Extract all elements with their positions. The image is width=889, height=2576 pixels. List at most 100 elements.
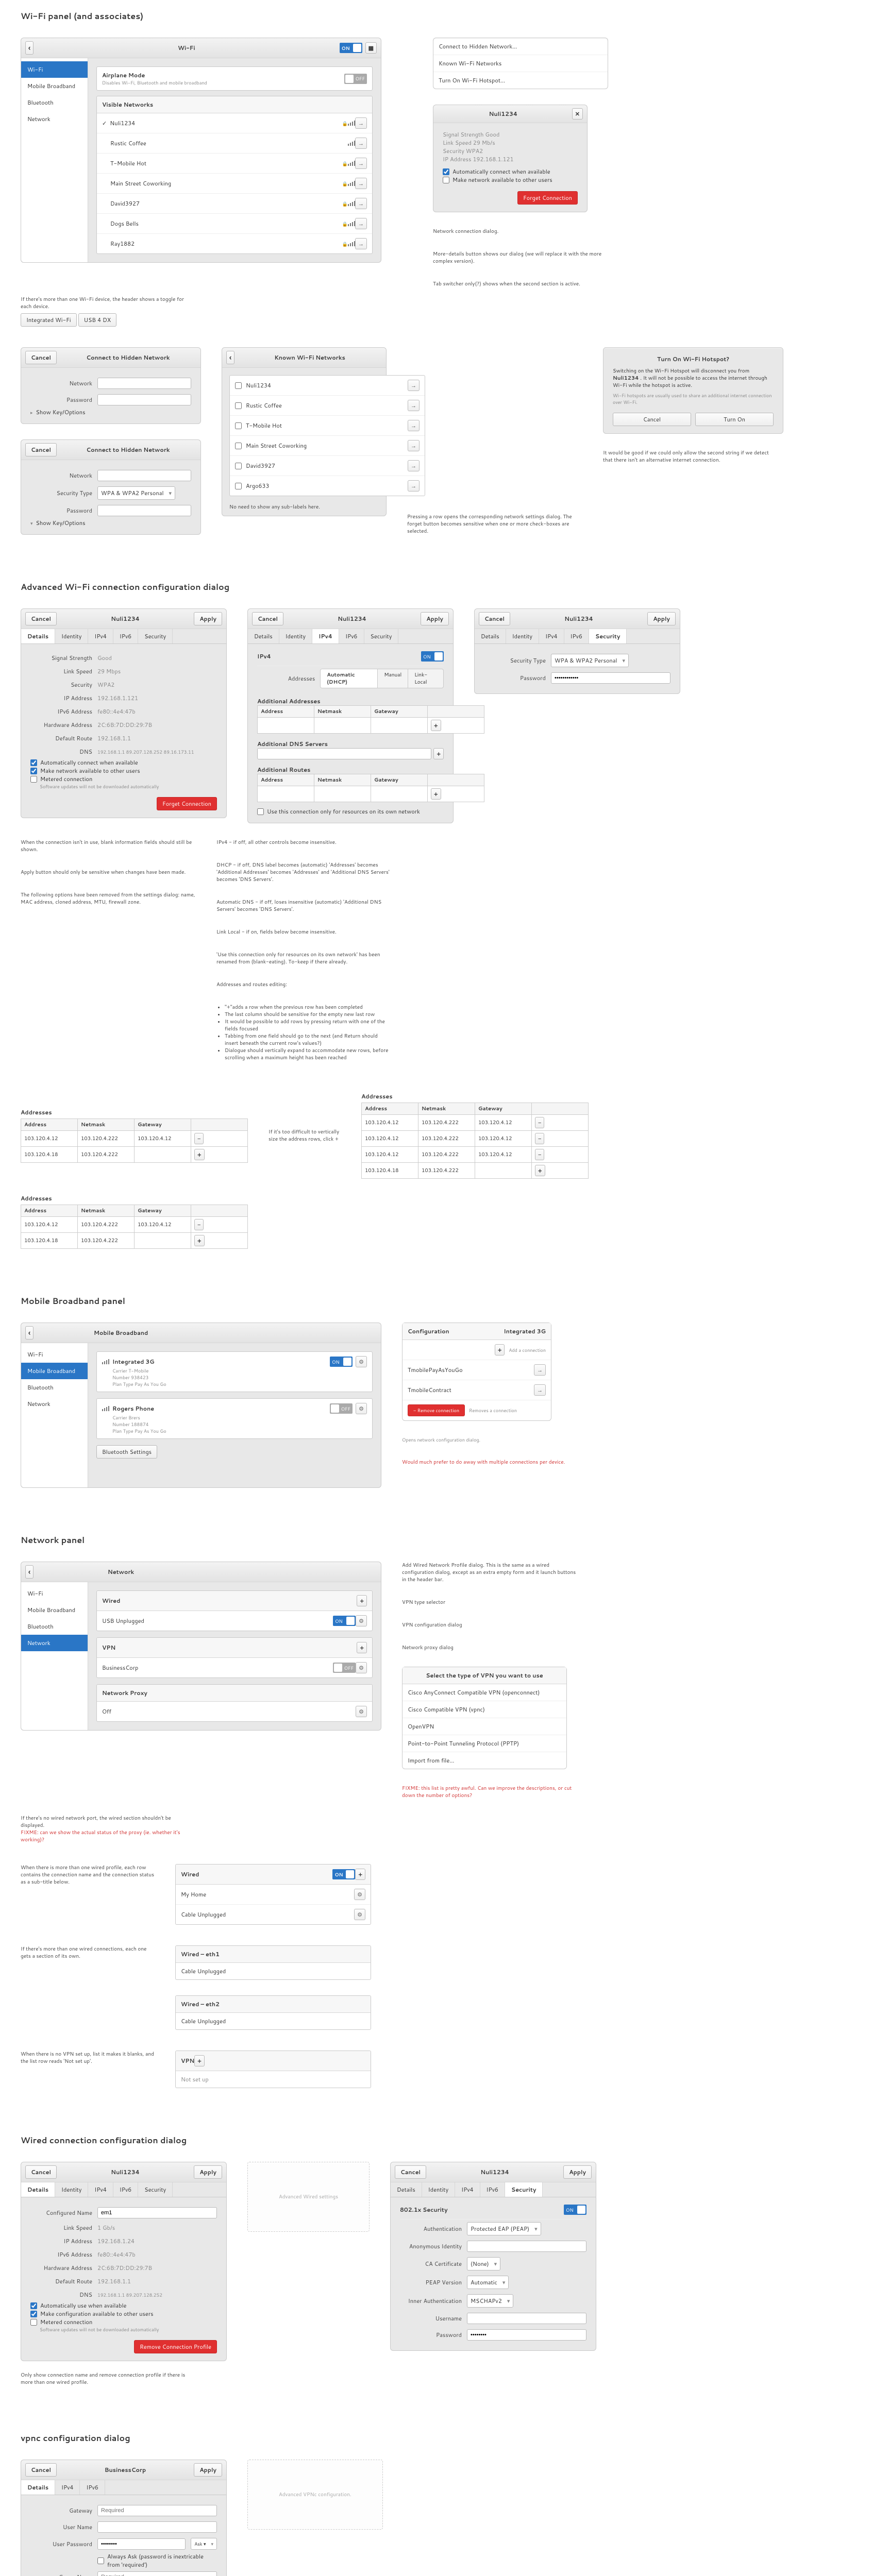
tab-identity[interactable]: Identity [279, 629, 312, 643]
tab-details[interactable]: Details [248, 629, 279, 643]
details-button[interactable] [355, 218, 367, 229]
tab-security[interactable]: Security [138, 629, 173, 643]
sec-type-combo[interactable]: WPA & WPA2 Personal [551, 654, 629, 667]
sec-pw-input[interactable] [551, 672, 670, 684]
metered-check[interactable]: Metered connection [30, 775, 217, 783]
network-row[interactable]: Nuli1234 [97, 113, 372, 133]
details-button[interactable] [408, 480, 420, 492]
tab-ipv6[interactable]: IPv6 [480, 2182, 505, 2197]
wired-row[interactable]: Cable Unplugged [176, 1905, 371, 1924]
vpn-row[interactable]: BusinessCorpOFF [97, 1658, 372, 1677]
tab-identity[interactable]: Identity [506, 629, 539, 643]
forget-button[interactable]: Forget Connection [157, 797, 217, 810]
details-button[interactable] [408, 400, 420, 411]
menu-item-hotspot[interactable]: Turn On Wi-Fi Hotspot… [433, 72, 608, 89]
sidebar-item-network[interactable]: Network [21, 111, 88, 127]
wired-row[interactable]: Cable Unplugged [176, 2013, 371, 2029]
vpn-type-row[interactable]: Cisco AnyConnect Compatible VPN (opencon… [402, 1684, 566, 1701]
ipv4-switch[interactable]: ON [421, 651, 444, 662]
gear-button[interactable] [356, 1356, 367, 1367]
open-button[interactable] [534, 1384, 546, 1396]
tab-identity[interactable]: Identity [55, 2182, 88, 2197]
others-check[interactable]: Make configuration available to other us… [30, 2310, 217, 2318]
add[interactable] [194, 2055, 205, 2066]
add-vpn[interactable] [357, 1642, 367, 1653]
sidebar-item-broadband[interactable]: Mobile Broadband [21, 1602, 88, 1618]
tab-identity[interactable]: Identity [422, 2182, 455, 2197]
row-check[interactable] [235, 402, 242, 409]
menu-item-known[interactable]: Known Wi-Fi Networks [433, 55, 608, 72]
auto-connect-check[interactable]: Automatically connect when available [443, 167, 578, 176]
username-input[interactable] [97, 2521, 217, 2533]
sidebar-item-broadband[interactable]: Mobile Broadband [21, 78, 88, 94]
tab-security[interactable]: Security [505, 2182, 543, 2197]
cfg-row[interactable]: TmobileContract [402, 1380, 551, 1400]
apply-button[interactable]: Apply [194, 2463, 222, 2477]
remove-row[interactable] [194, 1133, 204, 1144]
row-check[interactable] [235, 422, 242, 429]
back-button[interactable] [25, 41, 33, 55]
remove-profile-button[interactable]: Remove Connection Profile [134, 2340, 217, 2353]
wired-row[interactable]: My Home [176, 1885, 371, 1905]
tab-ipv4[interactable]: IPv4 [88, 2182, 113, 2197]
tab-security[interactable]: Security [589, 629, 627, 643]
apply-button[interactable]: Apply [563, 2165, 592, 2179]
sec-switch[interactable]: ON [564, 2205, 586, 2215]
details-button[interactable] [408, 440, 420, 451]
proxy-row[interactable]: Off [97, 1702, 372, 1721]
card-switch[interactable]: ON [330, 1357, 353, 1367]
addr-mode-manual[interactable]: Manual [378, 669, 408, 688]
known-row[interactable]: David3927 [230, 456, 425, 476]
tab-details[interactable]: Details [391, 2182, 422, 2197]
cancel-button[interactable]: Cancel [25, 443, 57, 456]
tab-details[interactable]: Details [21, 2480, 55, 2495]
remove-row[interactable] [535, 1117, 544, 1128]
dns-input[interactable] [257, 748, 431, 759]
apply-button[interactable]: Apply [647, 612, 676, 625]
apply-button[interactable]: Apply [194, 2165, 222, 2179]
metered-check[interactable]: Metered connection [30, 2318, 217, 2326]
security-combo[interactable]: WPA & WPA2 Personal [97, 486, 175, 500]
gear-button[interactable] [354, 1909, 365, 1920]
known-row[interactable]: Argo633 [230, 476, 425, 496]
add-dns[interactable] [433, 748, 444, 759]
sidebar-item-bluetooth[interactable]: Bluetooth [21, 1379, 88, 1396]
vpn-type-row[interactable]: Cisco Compatible VPN (vpnc) [402, 1701, 566, 1718]
details-button[interactable] [355, 238, 367, 249]
add-row[interactable] [535, 1165, 545, 1176]
add-wired[interactable] [357, 1595, 367, 1606]
device-toggle-b[interactable]: USB 4 DX [78, 313, 116, 327]
gateway-input[interactable] [97, 2505, 217, 2516]
network-row[interactable]: T-Mobile Hot [97, 154, 372, 174]
tab-identity[interactable]: Identity [55, 629, 88, 643]
peap-combo[interactable]: Automatic [467, 2276, 509, 2289]
auth-combo[interactable]: Protected EAP (PEAP) [467, 2222, 541, 2235]
turn-on-button[interactable]: Turn On [695, 413, 774, 426]
password-input[interactable] [97, 394, 191, 405]
cancel-button[interactable]: Cancel [25, 351, 57, 364]
tab-ipv4[interactable]: IPv4 [55, 2480, 80, 2495]
tab-ipv4[interactable]: IPv4 [312, 629, 339, 643]
show-options[interactable]: Show Key/Options [30, 408, 191, 416]
inner-combo[interactable]: MSCHAPv2 [467, 2294, 513, 2308]
network-input[interactable] [97, 470, 191, 481]
cancel-button[interactable]: Cancel [252, 612, 283, 625]
row-check[interactable] [235, 483, 242, 489]
tab-details[interactable]: Details [21, 2182, 55, 2197]
remove-row[interactable] [535, 1149, 544, 1160]
add-row[interactable] [194, 1235, 205, 1246]
add-connection[interactable] [495, 1344, 505, 1355]
conn-name-input[interactable] [97, 2207, 217, 2218]
auto-check[interactable]: Automatically connect when available [30, 758, 217, 767]
cancel-button[interactable]: Cancel [25, 2463, 57, 2477]
sidebar-item-wifi[interactable]: Wi-Fi [21, 61, 88, 78]
bluetooth-settings-button[interactable]: Bluetooth Settings [96, 1445, 157, 1459]
vpn-type-row[interactable]: OpenVPN [402, 1718, 566, 1735]
pw-input[interactable] [467, 2329, 586, 2341]
tab-details[interactable]: Details [21, 629, 55, 643]
sidebar-item-bluetooth[interactable]: Bluetooth [21, 94, 88, 111]
tab-security[interactable]: Security [138, 2182, 173, 2197]
known-row[interactable]: Main Street Coworking [230, 436, 425, 456]
password-input[interactable] [97, 505, 191, 516]
remove-row[interactable] [194, 1219, 204, 1230]
